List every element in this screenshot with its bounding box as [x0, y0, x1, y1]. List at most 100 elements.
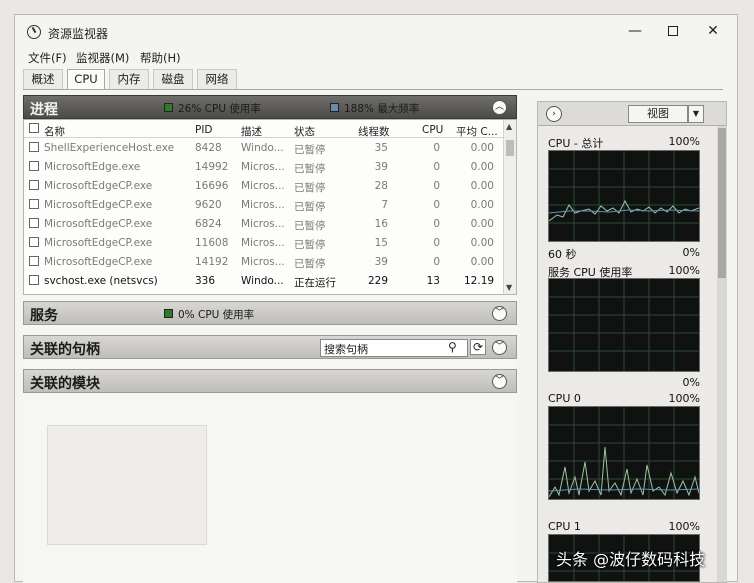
col-status[interactable]: 状态 — [294, 124, 315, 139]
process-row[interactable]: ShellExperienceHost.exe 8428 Windo... 已暂停 35… — [24, 140, 504, 158]
process-status: 正在运行 — [294, 277, 336, 289]
search-icon[interactable]: ⚲ — [448, 340, 457, 354]
col-cpu[interactable]: CPU — [422, 124, 443, 136]
process-pid: 336 — [195, 275, 216, 287]
tab-overview[interactable]: 概述 — [23, 69, 63, 89]
graph-scroll-thumb[interactable] — [718, 128, 726, 278]
process-row[interactable]: MicrosoftEdgeCP.exe 9620 Micros... 已暂停 7 0 0.0… — [24, 197, 504, 215]
process-cpu: 0 — [433, 199, 440, 211]
process-row[interactable]: MicrosoftEdgeCP.exe 16696 Micros... 已暂停 28 0 0… — [24, 178, 504, 196]
process-threads: 39 — [374, 256, 388, 268]
refresh-icon[interactable]: ⟳ — [470, 339, 486, 355]
process-threads: 16 — [374, 218, 388, 230]
process-avg-cpu: 0.00 — [470, 161, 494, 173]
collapse-graphs-button[interactable]: › — [546, 106, 562, 122]
process-cpu: 0 — [433, 142, 440, 154]
tab-disk[interactable]: 磁盘 — [153, 69, 193, 89]
col-threads[interactable]: 线程数 — [358, 124, 390, 139]
close-button[interactable]: ✕ — [695, 19, 731, 43]
process-name: MicrosoftEdgeCP.exe — [44, 256, 153, 268]
cpu-detail-panel: 进程 26% CPU 使用率 188% 最大频率 ︿ 名称 PID 描述 状态 … — [23, 95, 517, 583]
process-description: Windo... — [241, 142, 284, 154]
process-description: Micros... — [241, 218, 285, 230]
process-pid: 6824 — [195, 218, 222, 230]
maximize-icon — [668, 26, 678, 36]
process-status: 已暂停 — [294, 163, 326, 175]
menu-monitor[interactable]: 监视器(M) — [76, 50, 129, 66]
service-cpu-chart — [549, 279, 699, 371]
process-checkbox[interactable] — [29, 199, 39, 209]
view-dropdown-icon[interactable]: ▼ — [688, 105, 704, 123]
collapse-processes-button[interactable]: ︿ — [492, 100, 507, 115]
maximize-button[interactable] — [655, 19, 691, 43]
col-pid[interactable]: PID — [195, 124, 213, 136]
process-name: svchost.exe (netsvcs) — [44, 275, 158, 287]
process-row[interactable]: MicrosoftEdgeCP.exe 11608 Micros... 已暂停 15 0 0… — [24, 235, 504, 253]
process-pid: 14992 — [195, 161, 229, 173]
process-pid: 16696 — [195, 180, 229, 192]
process-cpu: 0 — [433, 256, 440, 268]
expand-services-button[interactable]: ﹀ — [492, 306, 507, 321]
col-name[interactable]: 名称 — [44, 124, 65, 139]
process-checkbox[interactable] — [29, 275, 39, 285]
process-description: Micros... — [241, 161, 285, 173]
process-avg-cpu: 0.00 — [470, 142, 494, 154]
process-status: 已暂停 — [294, 220, 326, 232]
graph-panel-scrollbar[interactable] — [717, 126, 727, 582]
process-cpu: 13 — [426, 275, 440, 287]
tab-memory[interactable]: 内存 — [109, 69, 149, 89]
process-row[interactable]: MicrosoftEdgeCP.exe 6824 Micros... 已暂停 16 0 0.… — [24, 216, 504, 234]
processes-scrollbar[interactable]: ▲ ▼ — [503, 120, 516, 294]
process-row[interactable]: svchost.exe (netsvcs) 336 Windo... 正在运行 229 1… — [24, 273, 504, 291]
tab-network[interactable]: 网络 — [197, 69, 237, 89]
processes-column-header: 名称 PID 描述 状态 线程数 CPU 平均 C... — [24, 120, 516, 138]
process-checkbox[interactable] — [29, 218, 39, 228]
processes-max-frequency: 188% 最大频率 — [344, 103, 420, 115]
cpu-total-max: 100% — [668, 135, 700, 148]
process-threads: 7 — [381, 199, 388, 211]
minimize-button[interactable]: — — [617, 19, 653, 43]
process-description: Micros... — [241, 180, 285, 192]
expand-modules-button[interactable]: ﹀ — [492, 374, 507, 389]
processes-header[interactable]: 进程 26% CPU 使用率 188% 最大频率 ︿ — [23, 95, 517, 119]
process-pid: 14192 — [195, 256, 229, 268]
watermark: 头条 @波仔数码科技 — [556, 550, 706, 569]
processes-title: 进程 — [30, 102, 58, 118]
menu-help[interactable]: 帮助(H) — [140, 50, 181, 66]
handles-search-input[interactable]: 搜索句柄 — [320, 339, 468, 357]
menu-file[interactable]: 文件(F) — [28, 50, 67, 66]
scroll-thumb[interactable] — [506, 140, 514, 156]
process-checkbox[interactable] — [29, 142, 39, 152]
processes-cpu-usage: 26% CPU 使用率 — [178, 103, 261, 115]
process-checkbox[interactable] — [29, 256, 39, 266]
process-checkbox[interactable] — [29, 237, 39, 247]
scroll-down-icon[interactable]: ▼ — [506, 283, 512, 292]
select-all-checkbox[interactable] — [29, 123, 39, 133]
handles-header[interactable]: 关联的句柄 搜索句柄 ⚲ ⟳ ﹀ — [23, 335, 517, 359]
process-status: 已暂停 — [294, 239, 326, 251]
process-status: 已暂停 — [294, 258, 326, 270]
process-name: ShellExperienceHost.exe — [44, 142, 175, 154]
services-header[interactable]: 服务 0% CPU 使用率 ﹀ — [23, 301, 517, 325]
col-avg-cpu[interactable]: 平均 C... — [456, 124, 498, 139]
tab-cpu[interactable]: CPU — [67, 69, 105, 90]
process-threads: 35 — [374, 142, 388, 154]
process-checkbox[interactable] — [29, 161, 39, 171]
process-threads: 229 — [367, 275, 388, 287]
cpu1-label: CPU 1 — [548, 520, 581, 533]
process-row[interactable]: MicrosoftEdge.exe 14992 Micros... 已暂停 39 0 0.0… — [24, 159, 504, 177]
scroll-up-icon[interactable]: ▲ — [506, 122, 512, 131]
process-checkbox[interactable] — [29, 180, 39, 190]
services-legend-swatch — [164, 309, 173, 318]
expand-handles-button[interactable]: ﹀ — [492, 340, 507, 355]
tab-strip: 概述 CPU 内存 磁盘 网络 — [23, 69, 253, 90]
view-button[interactable]: 视图 — [628, 105, 688, 123]
process-name: MicrosoftEdgeCP.exe — [44, 180, 153, 192]
modules-header[interactable]: 关联的模块 ﹀ — [23, 369, 517, 393]
process-threads: 39 — [374, 161, 388, 173]
process-cpu: 0 — [433, 237, 440, 249]
process-cpu: 0 — [433, 180, 440, 192]
col-description[interactable]: 描述 — [241, 124, 262, 139]
process-row[interactable]: MicrosoftEdgeCP.exe 14192 Micros... 已暂停 39 0 0… — [24, 254, 504, 272]
process-description: Micros... — [241, 256, 285, 268]
